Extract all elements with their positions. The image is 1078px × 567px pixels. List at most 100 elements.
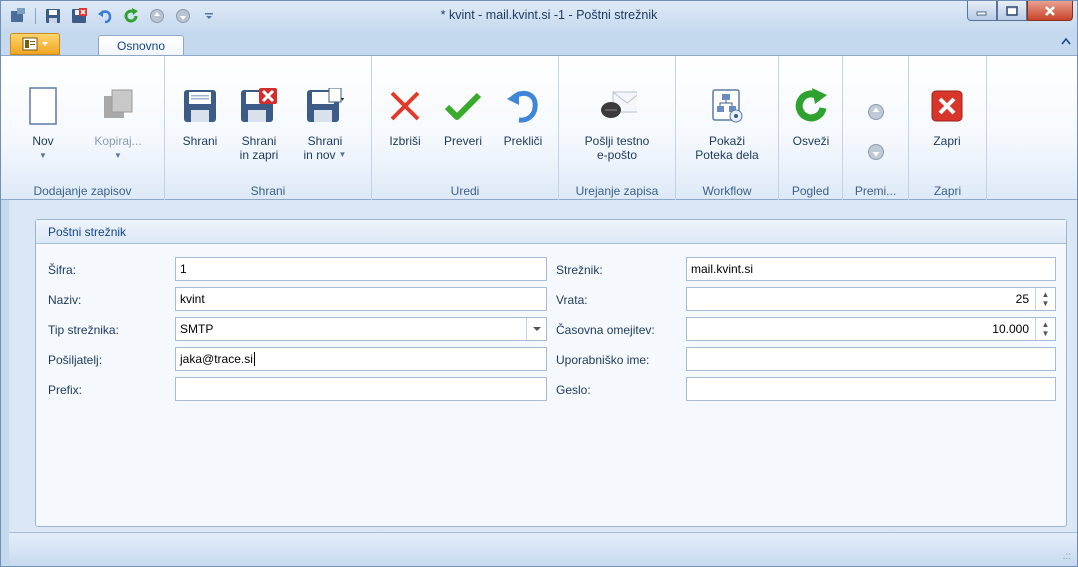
close-icon [1045,5,1055,16]
vrata-spin-input[interactable]: 25 ▲ ▼ [686,287,1056,311]
field-label-vrata: Vrata: [556,293,588,307]
send-test-email-label-2: e-pošto [596,148,638,162]
status-bar: .:: [9,532,1077,566]
chevron-down-icon [532,327,541,331]
tip-streznika-value: SMTP [180,322,214,336]
delete-button[interactable]: Izbriši [380,58,430,178]
field-label-tip-streznika: Tip strežnika: [48,323,119,337]
save-new-button[interactable]: Shrani in nov ▼ [293,58,357,178]
group-label: Uredi [450,184,480,198]
verify-button[interactable]: Preveri [434,58,492,178]
ribbon-collapse-icon[interactable] [1061,36,1071,48]
vrata-spin-buttons[interactable]: ▲ ▼ [1035,288,1055,310]
group-premikanje: Premi... [843,56,909,201]
save-close-icon [241,88,277,122]
spin-down-icon[interactable]: ▼ [1036,329,1055,338]
casovna-omejitev-value: 10.000 [992,322,1029,336]
save-new-icon [307,88,344,122]
group-dodajanje-zapisov: Nov ▼ Kopiraj... ▼ Dodajanje zapisov [1,56,165,201]
send-test-email-icon [601,91,637,118]
cancel-button-label: Prekliči [503,134,543,148]
move-up-button[interactable] [867,103,885,121]
window-controls [967,1,1073,21]
delete-x-icon [390,91,420,121]
refresh-button[interactable]: Osveži [785,58,837,178]
send-test-email-button[interactable]: Pošlji testno e-pošto [565,58,669,178]
close-record-label: Zapri [933,134,961,148]
show-workflow-button[interactable]: Pokaži Poteka dela [682,58,772,178]
save-icon [184,90,216,122]
show-workflow-label-2: Poteka dela [695,148,759,162]
refresh-icon [795,88,827,122]
delete-button-label: Izbriši [389,134,421,148]
vrata-value: 25 [1015,292,1029,306]
save-button[interactable]: Shrani [177,58,223,178]
field-label-posiljatelj: Pošiljatelj: [48,353,103,367]
text-cursor [253,352,255,366]
field-label-geslo: Geslo: [556,383,591,397]
group-label: Premi... [854,184,897,198]
tip-streznika-combo[interactable]: SMTP [175,317,547,341]
close-record-button[interactable]: Zapri [921,58,973,178]
panel-title: Poštni strežnik [36,220,1066,244]
uporabnisko-ime-input[interactable] [686,347,1056,371]
application-menu-button[interactable] [10,33,60,55]
arrow-down-icon [868,144,884,160]
maximize-button[interactable] [997,1,1027,21]
field-label-uporabnisko-ime: Uporabniško ime: [556,353,650,367]
new-button-label: Nov [32,134,54,148]
naziv-input[interactable]: kvint [175,287,547,311]
group-label: Workflow [702,184,752,198]
group-pogled: Osveži Pogled [779,56,843,201]
posiljatelj-input[interactable]: jaka@trace.si [175,347,547,371]
casovna-omejitev-spin-input[interactable]: 10.000 ▲ ▼ [686,317,1056,341]
group-workflow: Pokaži Poteka dela Workflow [676,56,779,201]
chevron-down-icon [41,42,48,46]
group-zapri: Zapri Zapri [909,56,987,201]
ribbon: Nov ▼ Kopiraj... ▼ Dodajanje zapisov Shr… [1,55,1077,201]
save-close-button[interactable]: Shrani in zapri [229,58,289,178]
save-new-label-2: in nov [303,148,336,162]
save-new-label-1: Shrani [307,134,343,148]
group-label: Urejanje zapisa [575,184,659,198]
checkmark-icon [444,92,482,120]
save-close-label-2: in zapri [239,148,279,162]
minimize-icon [976,11,987,15]
streznik-input[interactable]: mail.kvint.si [686,257,1056,281]
sifra-input[interactable]: 1 [175,257,547,281]
tab-osnovno[interactable]: Osnovno [98,35,184,56]
show-workflow-label-1: Pokaži [708,134,746,148]
spin-up-icon[interactable]: ▲ [1036,290,1055,299]
spin-down-icon[interactable]: ▼ [1036,299,1055,308]
application-window: * kvint - mail.kvint.si -1 - Poštni stre… [0,0,1078,567]
new-button[interactable]: Nov ▼ [23,58,63,178]
chevron-down-icon: ▼ [338,150,347,159]
save-button-label: Shrani [182,134,218,148]
refresh-button-label: Osveži [792,134,830,148]
ribbon-tab-row: Osnovno [1,31,1077,56]
resize-grip-icon[interactable]: .:: [1063,551,1071,562]
undo-icon [507,90,538,123]
workflow-icon [712,89,743,123]
field-label-prefix: Prefix: [48,383,83,397]
field-label-naziv: Naziv: [48,293,82,307]
close-window-button[interactable] [1027,1,1073,21]
move-down-button[interactable] [867,143,885,161]
copy-button: Kopiraj... ▼ [85,58,151,178]
group-uredi: Izbriši Preveri Prekliči Uredi [372,56,559,201]
chevron-down-icon: ▼ [39,151,47,160]
group-label: Pogled [791,184,830,198]
save-new-label-row: in nov ▼ [304,148,347,162]
send-test-email-label-1: Pošlji testno [584,134,650,148]
field-label-sifra: Šifra: [48,263,77,277]
geslo-input[interactable] [686,377,1056,401]
cancel-button[interactable]: Prekliči [496,58,550,178]
group-urejanje-zapisa: Pošlji testno e-pošto Urejanje zapisa [559,56,676,201]
window-title: * kvint - mail.kvint.si -1 - Poštni stre… [440,8,658,22]
prefix-input[interactable] [175,377,547,401]
spin-up-icon[interactable]: ▲ [1036,320,1055,329]
casovna-omejitev-spin-buttons[interactable]: ▲ ▼ [1035,318,1055,340]
minimize-button[interactable] [967,1,997,21]
combo-dropdown-button[interactable] [526,318,546,340]
copy-icon [104,89,133,118]
